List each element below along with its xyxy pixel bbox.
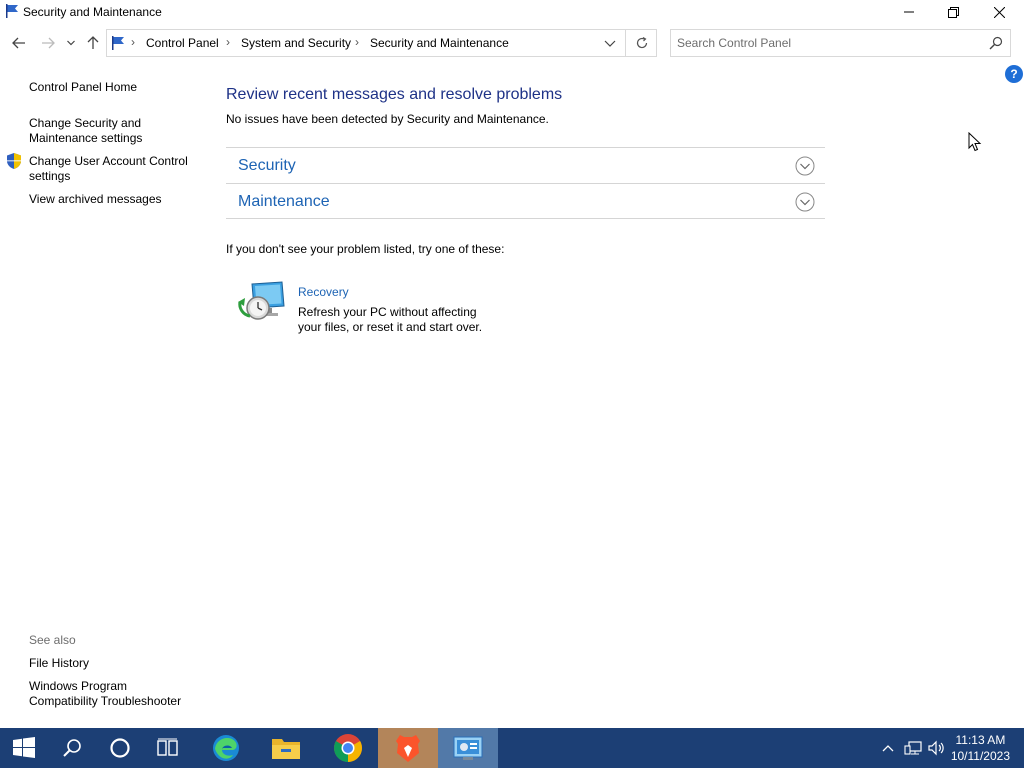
recent-locations-chevron-down-icon[interactable] [62,32,80,54]
forward-button[interactable] [37,32,59,54]
breadcrumb-system-and-security[interactable]: System and Security [241,36,351,50]
maintenance-section[interactable]: Maintenance [226,183,825,219]
cortana-button[interactable] [96,728,144,768]
search-icon[interactable] [989,36,1003,53]
start-icon [13,737,35,758]
uac-shield-icon [6,152,22,173]
breadcrumb-security-and-maintenance[interactable]: Security and Maintenance [370,36,509,50]
brave-taskbar-button[interactable] [378,728,438,768]
edge-icon [213,735,239,761]
start-button[interactable] [0,728,48,768]
cortana-icon [110,738,130,758]
clock-date: 10/11/2023 [950,749,1010,763]
file-history-link[interactable]: File History [29,656,89,671]
file-explorer-icon [272,739,300,759]
breadcrumb-separator-icon: › [131,35,135,49]
chrome-icon [334,734,362,762]
address-bar[interactable]: › Control Panel › System and Security › … [106,29,657,57]
minimize-button[interactable] [886,0,932,24]
window-title: Security and Maintenance [23,5,162,19]
recovery-link[interactable]: Recovery [298,285,349,299]
address-dropdown-chevron-down-icon[interactable] [602,35,618,51]
control-panel-home-link[interactable]: Control Panel Home [29,80,137,95]
edge-taskbar-button[interactable] [196,728,256,768]
security-section[interactable]: Security [226,147,825,183]
help-button[interactable]: ? [1005,65,1023,83]
chevron-up-icon [882,745,894,752]
network-tray-button[interactable] [902,728,924,768]
show-hidden-icons-button[interactable] [878,728,898,768]
back-button[interactable] [8,32,30,54]
taskbar: 11:13 AM 10/11/2023 [0,728,1024,768]
expand-chevron-down-icon[interactable] [795,156,815,179]
task-view-button[interactable] [144,728,192,768]
recovery-icon[interactable] [238,280,286,327]
change-uac-settings-link[interactable]: Change User Account Control settings [29,154,199,184]
file-explorer-taskbar-button[interactable] [256,728,316,768]
network-icon [904,741,922,755]
recovery-description: Refresh your PC without affecting your f… [298,305,483,334]
view-archived-messages-link[interactable]: View archived messages [29,192,162,207]
taskbar-search-button[interactable] [48,728,96,768]
title-bar: Security and Maintenance [0,0,1024,26]
volume-tray-button[interactable] [926,728,948,768]
breadcrumb-separator-icon: › [355,35,359,49]
volume-icon [928,740,944,756]
restore-button[interactable] [930,0,976,24]
taskbar-clock[interactable]: 11:13 AM 10/11/2023 [951,732,1010,764]
refresh-icon[interactable] [634,35,650,51]
control-panel-taskbar-button[interactable] [438,728,498,768]
security-flag-icon [4,3,20,19]
maintenance-section-label[interactable]: Maintenance [238,193,330,211]
chrome-taskbar-button[interactable] [318,728,378,768]
search-box[interactable] [670,29,1011,57]
search-icon [63,739,81,757]
divider [625,30,626,56]
brave-icon [396,735,420,762]
mouse-cursor-icon [968,131,982,155]
compatibility-troubleshooter-link[interactable]: Windows Program Compatibility Troublesho… [29,679,199,709]
try-these-text: If you don't see your problem listed, tr… [226,242,505,256]
see-also-label: See also [29,633,76,647]
status-message: No issues have been detected by Security… [226,112,549,126]
control-panel-icon [453,736,483,760]
security-flag-icon [110,35,126,54]
clock-time: 11:13 AM [955,733,1006,747]
breadcrumb-separator-icon: › [226,35,230,49]
breadcrumb-control-panel[interactable]: Control Panel [146,36,219,50]
search-input[interactable] [677,35,977,51]
close-button[interactable] [976,0,1022,24]
task-view-icon [157,738,178,756]
up-button[interactable] [82,32,104,54]
change-security-settings-link[interactable]: Change Security and Maintenance settings [29,116,159,146]
security-section-label[interactable]: Security [238,157,296,175]
expand-chevron-down-icon[interactable] [795,192,815,215]
page-title: Review recent messages and resolve probl… [226,86,563,103]
